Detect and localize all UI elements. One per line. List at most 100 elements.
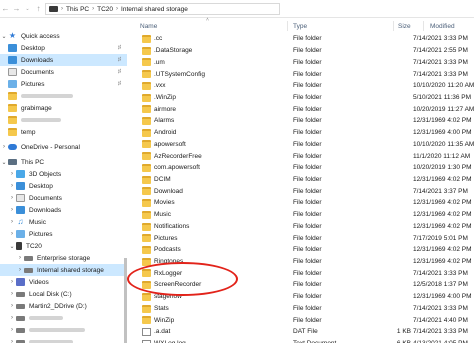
sidebar-item-this-pc[interactable]: ⌄ This PC: [0, 156, 127, 168]
storage-icon: [24, 267, 33, 273]
chevron-down-icon[interactable]: ⌄: [22, 2, 33, 16]
file-date: 12/31/1969 4:02 PM: [413, 117, 472, 125]
file-row[interactable]: WinZip File folder 7/14/2021 4:40 PM: [127, 314, 474, 326]
file-row[interactable]: Download File folder 7/14/2021 3:37 PM: [127, 185, 474, 197]
sidebar-item-pictures[interactable]: Pictures ♯: [0, 78, 127, 90]
chevron-right-icon[interactable]: ›: [16, 267, 24, 273]
file-row[interactable]: .DataStorage File folder 7/14/2021 2:55 PM: [127, 45, 474, 57]
chevron-right-icon[interactable]: ›: [8, 291, 16, 297]
chevron-right-icon[interactable]: ›: [8, 279, 16, 285]
file-row[interactable]: .UTSystemConfig File folder 7/14/2021 3:33…: [127, 68, 474, 80]
sidebar-item-label: Documents: [21, 68, 54, 76]
left-arrow-icon[interactable]: ←: [0, 2, 11, 16]
sidebar-item-grabimage[interactable]: grabimage: [0, 102, 127, 114]
sidebar-item-redacted[interactable]: [0, 114, 127, 126]
file-row[interactable]: apowersoft File folder 10/10/2020 11:35 AM: [127, 138, 474, 150]
column-divider[interactable]: [423, 21, 424, 31]
sort-ascending-icon: ˄: [206, 17, 209, 23]
file-row[interactable]: .WinZip File folder 5/10/2021 11:36 PM: [127, 92, 474, 104]
sidebar-item-label: grabimage: [21, 104, 52, 112]
file-row[interactable]: .vxx File folder 10/10/2020 11:20 AM: [127, 80, 474, 92]
file-row[interactable]: .um File folder 7/14/2021 3:33 PM: [127, 56, 474, 68]
file-row[interactable]: Music File folder 12/31/1969 4:02 PM: [127, 209, 474, 221]
sidebar-item-local-disk[interactable]: › Local Disk (C:): [0, 288, 127, 300]
sidebar-item-videos[interactable]: › Videos: [0, 276, 127, 288]
file-row[interactable]: Android File folder 12/31/1969 4:00 PM: [127, 127, 474, 139]
column-name[interactable]: Name: [140, 23, 157, 30]
chevron-right-icon[interactable]: ›: [0, 144, 8, 150]
sidebar-item-label: Downloads: [21, 56, 54, 64]
file-row[interactable]: AzRecorderFree File folder 11/1/2020 11:12…: [127, 150, 474, 162]
chevron-right-icon[interactable]: ›: [8, 339, 16, 343]
file-type: File folder: [293, 152, 322, 160]
chevron-right-icon[interactable]: ›: [8, 171, 16, 177]
sidebar-item-temp[interactable]: temp: [0, 126, 127, 138]
file-row[interactable]: WXLog.logText Document6 KB4/13/2021 4:05…: [127, 338, 474, 343]
sidebar-item-label: Videos: [29, 278, 49, 286]
column-divider[interactable]: [393, 21, 394, 31]
sidebar-item-desktop-pc[interactable]: › Desktop: [0, 180, 127, 192]
chevron-right-icon[interactable]: ›: [8, 315, 16, 321]
chevron-right-icon[interactable]: ›: [8, 231, 16, 237]
right-arrow-icon[interactable]: →: [11, 2, 22, 16]
sidebar-item-redacted[interactable]: ›: [0, 336, 127, 343]
chevron-right-icon[interactable]: ›: [8, 219, 16, 225]
breadcrumb-this-pc[interactable]: This PC: [66, 6, 89, 13]
file-type: File folder: [293, 281, 322, 289]
sidebar-item-internal-storage[interactable]: › Internal shared storage: [0, 264, 127, 276]
up-arrow-icon[interactable]: ↑: [33, 2, 44, 16]
file-row[interactable]: Alarms File folder 12/31/1969 4:02 PM: [127, 115, 474, 127]
column-divider[interactable]: [287, 21, 288, 31]
column-size[interactable]: Size: [398, 23, 411, 30]
column-type[interactable]: Type: [293, 23, 307, 30]
file-row[interactable]: Notifications File folder 12/31/1969 4:02 …: [127, 221, 474, 233]
sidebar-item-enterprise-storage[interactable]: › Enterprise storage: [0, 252, 127, 264]
sidebar-item-tc20[interactable]: ⌄ TC20: [0, 240, 127, 252]
sidebar-item-desktop[interactable]: Desktop ♯: [0, 42, 127, 54]
sidebar-item-music[interactable]: › ♫ Music: [0, 216, 127, 228]
sidebar-item-onedrive[interactable]: › OneDrive - Personal: [0, 141, 127, 153]
sidebar-item-quick-access[interactable]: ⌄ ★ Quick access: [0, 30, 127, 42]
breadcrumb-tc20[interactable]: TC20: [97, 6, 113, 13]
column-modified[interactable]: Modified: [430, 23, 455, 30]
sidebar-item-documents[interactable]: Documents ♯: [0, 66, 127, 78]
pin-icon: ♯: [118, 57, 121, 63]
sidebar-item-redacted[interactable]: ›: [0, 312, 127, 324]
folder-icon: [8, 104, 17, 112]
file-row[interactable]: airmore File folder 10/20/2019 11:27 AM: [127, 103, 474, 115]
chevron-right-icon[interactable]: ›: [8, 303, 16, 309]
chevron-right-icon[interactable]: ›: [8, 327, 16, 333]
sidebar-item-martin-drive[interactable]: › Martin2_DDrive (D:): [0, 300, 127, 312]
chevron-down-icon[interactable]: ⌄: [0, 159, 8, 166]
sidebar-item-pictures-pc[interactable]: › Pictures: [0, 228, 127, 240]
file-date: 7/17/2019 5:01 PM: [413, 234, 468, 242]
file-row[interactable]: DCIM File folder 12/31/1969 4:02 PM: [127, 174, 474, 186]
chevron-right-icon[interactable]: ›: [8, 195, 16, 201]
file-row[interactable]: .cc File folder 7/14/2021 3:33 PM: [127, 33, 474, 45]
file-row[interactable]: Podcasts File folder 12/31/1969 4:02 PM: [127, 244, 474, 256]
chevron-down-icon[interactable]: ⌄: [0, 33, 8, 40]
sidebar-item-3d-objects[interactable]: › 3D Objects: [0, 168, 127, 180]
sidebar-item-redacted[interactable]: [0, 90, 127, 102]
pin-icon: ♯: [118, 45, 121, 51]
file-name: WinZip: [154, 316, 175, 324]
file-row[interactable]: com.apowersoft File folder 10/20/2019 1:30…: [127, 162, 474, 174]
file-row[interactable]: Stats File folder 7/14/2021 3:33 PM: [127, 303, 474, 315]
breadcrumb-internal-storage[interactable]: Internal shared storage: [121, 6, 188, 13]
redacted-text: [21, 118, 61, 122]
chevron-down-icon[interactable]: ⌄: [8, 243, 16, 250]
chevron-right-icon[interactable]: ›: [16, 255, 24, 261]
breadcrumb[interactable]: › This PC › TC20 › Internal shared stora…: [45, 3, 280, 15]
file-row[interactable]: Pictures File folder 7/17/2019 5:01 PM: [127, 232, 474, 244]
file-row[interactable]: .a.dat DAT File 1 KB 7/14/2021 3:33 PM: [127, 326, 474, 338]
sidebar-item-redacted[interactable]: ›: [0, 324, 127, 336]
file-date: 7/14/2021 3:33 PM: [413, 269, 468, 277]
sidebar-item-downloads-pc[interactable]: › Downloads: [0, 204, 127, 216]
redacted-text: [29, 328, 85, 332]
chevron-right-icon[interactable]: ›: [8, 183, 16, 189]
chevron-right-icon[interactable]: ›: [8, 207, 16, 213]
column-header: ˄ Name Type Size Modified: [140, 17, 474, 32]
sidebar-item-documents-pc[interactable]: › Documents: [0, 192, 127, 204]
sidebar-item-downloads[interactable]: Downloads ♯: [0, 54, 127, 66]
file-row[interactable]: Movies File folder 12/31/1969 4:02 PM: [127, 197, 474, 209]
